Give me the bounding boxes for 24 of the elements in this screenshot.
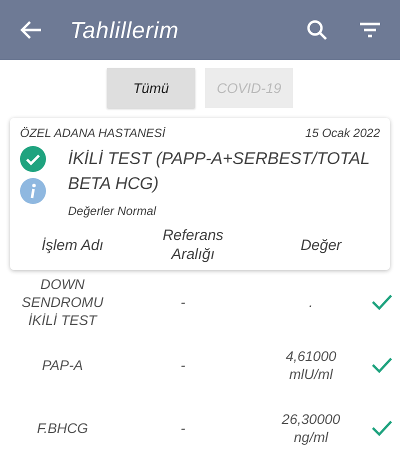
test-item-name: F.BHCG [36, 418, 88, 436]
reference-range: - [180, 292, 186, 310]
screen-title: Tahlillerim [70, 16, 180, 45]
back-arrow-icon[interactable] [20, 20, 42, 40]
filter-icon[interactable] [360, 22, 380, 38]
reference-range: - [180, 356, 186, 374]
info-circle-icon [20, 178, 46, 204]
result-card[interactable]: ÖZEL ADANA HASTANESİ 15 Ocak 2022 İKİLİ TEST (PAPP-A+SERBEST/TOTAL BETA HCG) Değerler Normal İşlem Adı Referans Aralığı Değer [10, 118, 390, 270]
test-name: İKİLİ TEST (PAPP-A+SERBEST/TOTAL BETA HCG) [68, 148, 371, 195]
column-header: İşlem Adı [40, 236, 104, 254]
column-header: Referans Aralığı [162, 226, 224, 264]
test-item-name: PAP-A [42, 356, 83, 374]
check-circle-icon [20, 146, 46, 172]
result-value: . [309, 292, 313, 310]
status-text: Değerler Normal [68, 203, 158, 220]
result-date: 15 Ocak 2022 [305, 125, 380, 142]
filter-tab[interactable]: Tümü [107, 68, 195, 108]
test-item-name: DOWN SENDROMU İKİLİ TEST [20, 274, 104, 328]
result-value: 26,30000 ng/ml [280, 410, 342, 446]
reference-range: - [180, 418, 186, 436]
hospital-name: ÖZEL ADANA HASTANESİ [20, 125, 166, 142]
column-header: Değer [300, 236, 343, 254]
result-value: 4,61000 mlU/ml [284, 346, 338, 382]
search-icon[interactable] [306, 19, 328, 41]
